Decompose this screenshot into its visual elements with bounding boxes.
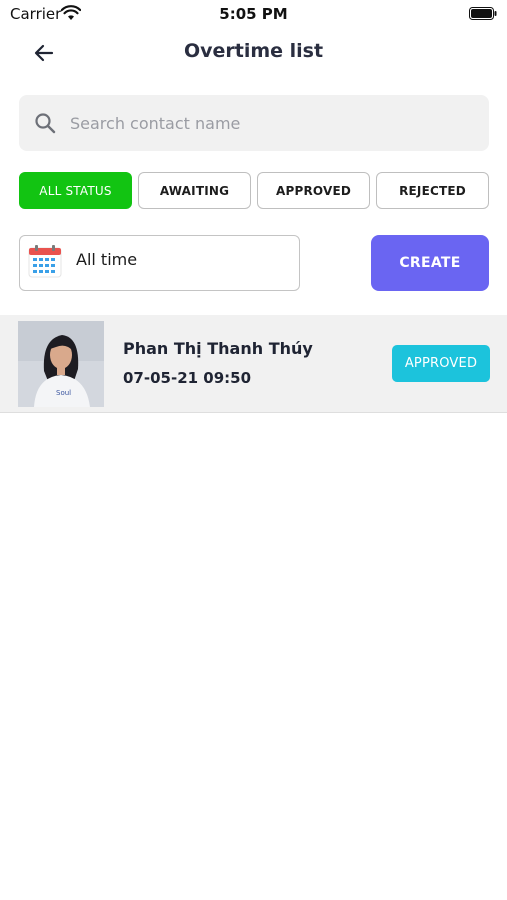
tab-rejected[interactable]: REJECTED [376, 172, 489, 209]
page-title: Overtime list [183, 40, 324, 62]
clock: 5:05 PM [219, 5, 288, 23]
battery-icon [469, 7, 497, 20]
date-filter-label: All time [76, 250, 138, 269]
tab-approved[interactable]: APPROVED [257, 172, 370, 209]
create-button[interactable]: CREATE [371, 235, 489, 291]
status-badge: APPROVED [392, 345, 490, 382]
list-item[interactable]: Soul Phan Thị Thanh Thúy 07-05-21 09:50 … [0, 315, 507, 413]
date-filter[interactable]: All time [19, 235, 300, 291]
tab-all-status[interactable]: ALL STATUS [19, 172, 132, 209]
svg-text:Soul: Soul [56, 389, 71, 397]
status-bar: Carrier 5:05 PM [0, 0, 507, 28]
search-input[interactable] [70, 95, 470, 151]
tab-awaiting[interactable]: AWAITING [138, 172, 251, 209]
avatar-photo: Soul [18, 321, 104, 407]
search-bar[interactable] [19, 95, 489, 151]
search-icon [35, 113, 56, 134]
request-datetime: 07-05-21 09:50 [123, 369, 252, 387]
calendar-icon [28, 245, 62, 278]
avatar: Soul [18, 321, 104, 407]
employee-name: Phan Thị Thanh Thúy [123, 339, 313, 358]
